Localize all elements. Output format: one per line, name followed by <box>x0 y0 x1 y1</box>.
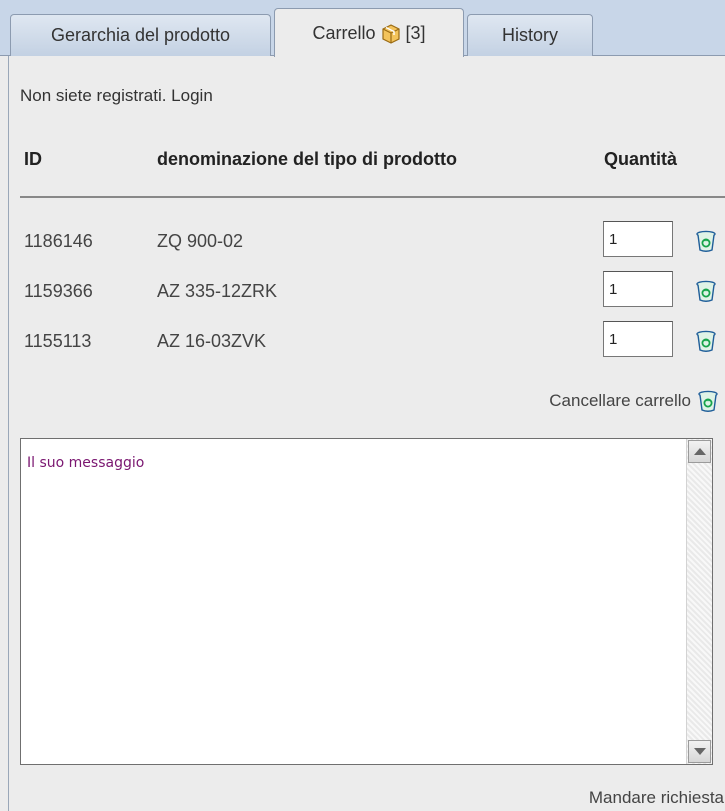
quantity-input[interactable] <box>603 221 673 257</box>
panel-border <box>8 56 9 811</box>
cart-count: [3] <box>405 22 426 43</box>
cart-box-icon <box>380 22 402 44</box>
product-name: AZ 335-12ZRK <box>157 281 278 301</box>
header-divider <box>20 196 725 198</box>
column-header-qty: Quantità <box>604 149 678 169</box>
column-header-name: denominazione del tipo di prodotto <box>157 149 457 169</box>
tab-product-hierarchy[interactable]: Gerarchia del prodotto <box>10 14 271 56</box>
product-name: AZ 16-03ZVK <box>157 331 267 351</box>
product-id: 1186146 <box>24 231 93 251</box>
trash-icon[interactable] <box>694 279 718 303</box>
product-id: 1159366 <box>24 281 93 301</box>
tab-label: Gerarchia del prodotto <box>50 25 231 45</box>
scroll-down-button[interactable] <box>688 740 711 763</box>
tab-bar: Gerarchia del prodotto Carrello [3] Hist… <box>0 0 725 57</box>
column-header-id: ID <box>24 149 42 169</box>
tab-history[interactable]: History <box>467 14 593 56</box>
scroll-up-button[interactable] <box>688 440 711 463</box>
send-request-link[interactable]: Mandare richiesta <box>589 788 724 808</box>
trash-icon[interactable] <box>694 329 718 353</box>
arrow-down-icon <box>693 748 706 755</box>
table-row: 1159366 AZ 335-12ZRK <box>0 271 725 311</box>
login-notice[interactable]: Non siete registrati. Login <box>20 86 213 106</box>
tab-label: Carrello <box>312 22 376 43</box>
cart-panel: Gerarchia del prodotto Carrello [3] Hist… <box>0 0 725 811</box>
product-id: 1155113 <box>24 331 92 351</box>
quantity-input[interactable] <box>603 321 673 357</box>
message-scrollbar[interactable] <box>686 439 712 764</box>
trash-icon[interactable] <box>694 229 718 253</box>
clear-cart-link[interactable]: Cancellare carrello <box>549 391 691 411</box>
arrow-up-icon <box>693 448 706 455</box>
table-row: 1186146 ZQ 900-02 <box>0 221 725 261</box>
table-row: 1155113 AZ 16-03ZVK <box>0 321 725 361</box>
message-box: Il suo messaggio <box>20 438 713 765</box>
tab-label: History <box>501 25 558 45</box>
quantity-input[interactable] <box>603 271 673 307</box>
message-textarea[interactable]: Il suo messaggio <box>21 439 687 764</box>
product-name: ZQ 900-02 <box>157 231 244 251</box>
tab-cart[interactable]: Carrello [3] <box>274 8 464 57</box>
trash-icon[interactable] <box>696 389 720 413</box>
